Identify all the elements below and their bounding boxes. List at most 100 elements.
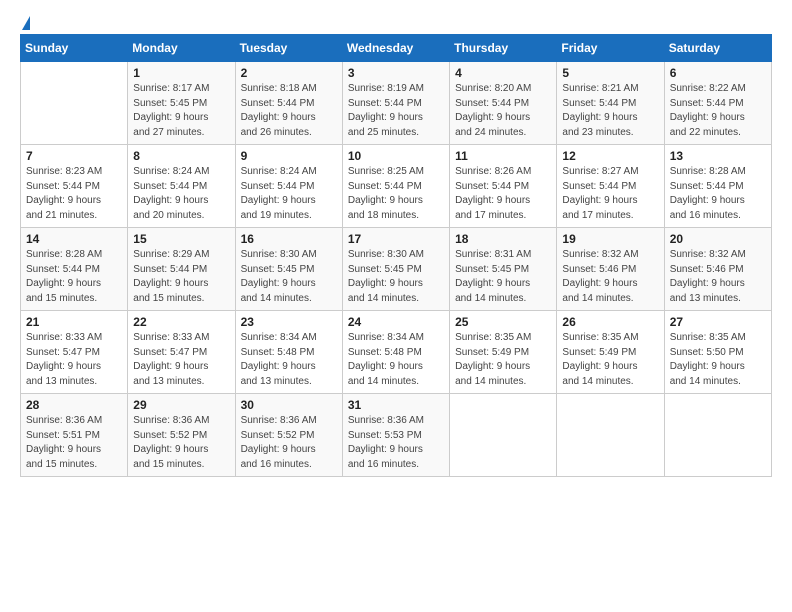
day-number: 24 xyxy=(348,315,444,329)
day-number: 10 xyxy=(348,149,444,163)
day-info: Sunrise: 8:23 AM Sunset: 5:44 PM Dayligh… xyxy=(26,165,122,223)
calendar-cell: 10 Sunrise: 8:25 AM Sunset: 5:44 PM Dayli… xyxy=(342,145,449,228)
day-info: Sunrise: 8:35 AM Sunset: 5:49 PM Dayligh… xyxy=(455,331,551,389)
calendar-cell: 1 Sunrise: 8:17 AM Sunset: 5:45 PM Daylig… xyxy=(128,62,235,145)
day-number: 27 xyxy=(670,315,766,329)
day-info: Sunrise: 8:18 AM Sunset: 5:44 PM Dayligh… xyxy=(241,82,337,140)
day-number: 22 xyxy=(133,315,229,329)
day-number: 7 xyxy=(26,149,122,163)
calendar-cell: 15 Sunrise: 8:29 AM Sunset: 5:44 PM Dayli… xyxy=(128,228,235,311)
day-number: 19 xyxy=(562,232,658,246)
calendar-cell xyxy=(557,394,664,477)
calendar-cell: 27Sunrise: 8:35 AM Sunset: 5:50 PM Dayli… xyxy=(664,311,771,394)
day-number: 11 xyxy=(455,149,551,163)
calendar-cell: 16Sunrise: 8:30 AM Sunset: 5:45 PM Dayli… xyxy=(235,228,342,311)
day-number: 28 xyxy=(26,398,122,412)
day-info: Sunrise: 8:36 AM Sunset: 5:53 PM Dayligh… xyxy=(348,414,444,472)
day-number: 31 xyxy=(348,398,444,412)
calendar-cell: 20 Sunrise: 8:32 AM Sunset: 5:46 PM Dayli… xyxy=(664,228,771,311)
day-info: Sunrise: 8:36 AM Sunset: 5:52 PM Dayligh… xyxy=(241,414,337,472)
calendar-cell: 24Sunrise: 8:34 AM Sunset: 5:48 PM Dayli… xyxy=(342,311,449,394)
calendar-header-row: SundayMondayTuesdayWednesdayThursdayFrid… xyxy=(21,35,772,62)
header-wednesday: Wednesday xyxy=(342,35,449,62)
day-number: 20 xyxy=(670,232,766,246)
calendar-cell: 31 Sunrise: 8:36 AM Sunset: 5:53 PM Dayli… xyxy=(342,394,449,477)
day-number: 8 xyxy=(133,149,229,163)
calendar-cell: 8 Sunrise: 8:24 AM Sunset: 5:44 PM Daylig… xyxy=(128,145,235,228)
calendar-cell: 5Sunrise: 8:21 AM Sunset: 5:44 PM Daylig… xyxy=(557,62,664,145)
calendar-cell xyxy=(664,394,771,477)
day-info: Sunrise: 8:17 AM Sunset: 5:45 PM Dayligh… xyxy=(133,82,229,140)
day-info: Sunrise: 8:20 AM Sunset: 5:44 PM Dayligh… xyxy=(455,82,551,140)
calendar-cell: 6 Sunrise: 8:22 AM Sunset: 5:44 PM Daylig… xyxy=(664,62,771,145)
day-info: Sunrise: 8:19 AM Sunset: 5:44 PM Dayligh… xyxy=(348,82,444,140)
day-number: 12 xyxy=(562,149,658,163)
calendar-cell: 23 Sunrise: 8:34 AM Sunset: 5:48 PM Dayli… xyxy=(235,311,342,394)
calendar-cell: 30 Sunrise: 8:36 AM Sunset: 5:52 PM Dayli… xyxy=(235,394,342,477)
day-info: Sunrise: 8:36 AM Sunset: 5:51 PM Dayligh… xyxy=(26,414,122,472)
page-header xyxy=(20,16,772,30)
day-number: 2 xyxy=(241,66,337,80)
day-info: Sunrise: 8:27 AM Sunset: 5:44 PM Dayligh… xyxy=(562,165,658,223)
day-number: 14 xyxy=(26,232,122,246)
calendar-cell: 11 Sunrise: 8:26 AM Sunset: 5:44 PM Dayli… xyxy=(450,145,557,228)
day-info: Sunrise: 8:33 AM Sunset: 5:47 PM Dayligh… xyxy=(26,331,122,389)
day-info: Sunrise: 8:33 AM Sunset: 5:47 PM Dayligh… xyxy=(133,331,229,389)
day-info: Sunrise: 8:22 AM Sunset: 5:44 PM Dayligh… xyxy=(670,82,766,140)
calendar-cell: 21 Sunrise: 8:33 AM Sunset: 5:47 PM Dayli… xyxy=(21,311,128,394)
day-info: Sunrise: 8:28 AM Sunset: 5:44 PM Dayligh… xyxy=(26,248,122,306)
calendar-cell: 3 Sunrise: 8:19 AM Sunset: 5:44 PM Daylig… xyxy=(342,62,449,145)
day-number: 29 xyxy=(133,398,229,412)
day-info: Sunrise: 8:31 AM Sunset: 5:45 PM Dayligh… xyxy=(455,248,551,306)
day-info: Sunrise: 8:24 AM Sunset: 5:44 PM Dayligh… xyxy=(133,165,229,223)
day-number: 23 xyxy=(241,315,337,329)
logo xyxy=(20,16,30,30)
day-info: Sunrise: 8:30 AM Sunset: 5:45 PM Dayligh… xyxy=(241,248,337,306)
header-thursday: Thursday xyxy=(450,35,557,62)
calendar-cell: 28 Sunrise: 8:36 AM Sunset: 5:51 PM Dayli… xyxy=(21,394,128,477)
day-info: Sunrise: 8:32 AM Sunset: 5:46 PM Dayligh… xyxy=(562,248,658,306)
header-friday: Friday xyxy=(557,35,664,62)
day-info: Sunrise: 8:30 AM Sunset: 5:45 PM Dayligh… xyxy=(348,248,444,306)
header-monday: Monday xyxy=(128,35,235,62)
header-saturday: Saturday xyxy=(664,35,771,62)
day-info: Sunrise: 8:26 AM Sunset: 5:44 PM Dayligh… xyxy=(455,165,551,223)
calendar-cell: 4 Sunrise: 8:20 AM Sunset: 5:44 PM Daylig… xyxy=(450,62,557,145)
week-row-5: 28 Sunrise: 8:36 AM Sunset: 5:51 PM Dayli… xyxy=(21,394,772,477)
calendar-table: SundayMondayTuesdayWednesdayThursdayFrid… xyxy=(20,34,772,477)
day-info: Sunrise: 8:21 AM Sunset: 5:44 PM Dayligh… xyxy=(562,82,658,140)
day-info: Sunrise: 8:29 AM Sunset: 5:44 PM Dayligh… xyxy=(133,248,229,306)
day-info: Sunrise: 8:32 AM Sunset: 5:46 PM Dayligh… xyxy=(670,248,766,306)
logo-triangle-icon xyxy=(22,16,30,30)
day-number: 3 xyxy=(348,66,444,80)
day-number: 30 xyxy=(241,398,337,412)
day-number: 15 xyxy=(133,232,229,246)
calendar-cell: 19 Sunrise: 8:32 AM Sunset: 5:46 PM Dayli… xyxy=(557,228,664,311)
week-row-4: 21 Sunrise: 8:33 AM Sunset: 5:47 PM Dayli… xyxy=(21,311,772,394)
calendar-cell xyxy=(450,394,557,477)
calendar-cell: 7 Sunrise: 8:23 AM Sunset: 5:44 PM Daylig… xyxy=(21,145,128,228)
day-info: Sunrise: 8:34 AM Sunset: 5:48 PM Dayligh… xyxy=(241,331,337,389)
day-number: 4 xyxy=(455,66,551,80)
header-sunday: Sunday xyxy=(21,35,128,62)
day-number: 25 xyxy=(455,315,551,329)
calendar-cell: 14 Sunrise: 8:28 AM Sunset: 5:44 PM Dayli… xyxy=(21,228,128,311)
day-number: 1 xyxy=(133,66,229,80)
calendar-cell: 17 Sunrise: 8:30 AM Sunset: 5:45 PM Dayli… xyxy=(342,228,449,311)
day-number: 6 xyxy=(670,66,766,80)
calendar-cell: 25 Sunrise: 8:35 AM Sunset: 5:49 PM Dayli… xyxy=(450,311,557,394)
day-number: 18 xyxy=(455,232,551,246)
week-row-2: 7 Sunrise: 8:23 AM Sunset: 5:44 PM Daylig… xyxy=(21,145,772,228)
day-info: Sunrise: 8:24 AM Sunset: 5:44 PM Dayligh… xyxy=(241,165,337,223)
day-number: 9 xyxy=(241,149,337,163)
day-number: 21 xyxy=(26,315,122,329)
calendar-cell: 22 Sunrise: 8:33 AM Sunset: 5:47 PM Dayli… xyxy=(128,311,235,394)
day-info: Sunrise: 8:25 AM Sunset: 5:44 PM Dayligh… xyxy=(348,165,444,223)
calendar-cell: 18 Sunrise: 8:31 AM Sunset: 5:45 PM Dayli… xyxy=(450,228,557,311)
calendar-cell: 2 Sunrise: 8:18 AM Sunset: 5:44 PM Daylig… xyxy=(235,62,342,145)
day-info: Sunrise: 8:35 AM Sunset: 5:49 PM Dayligh… xyxy=(562,331,658,389)
calendar-cell: 29Sunrise: 8:36 AM Sunset: 5:52 PM Dayli… xyxy=(128,394,235,477)
day-info: Sunrise: 8:28 AM Sunset: 5:44 PM Dayligh… xyxy=(670,165,766,223)
header-tuesday: Tuesday xyxy=(235,35,342,62)
day-number: 17 xyxy=(348,232,444,246)
